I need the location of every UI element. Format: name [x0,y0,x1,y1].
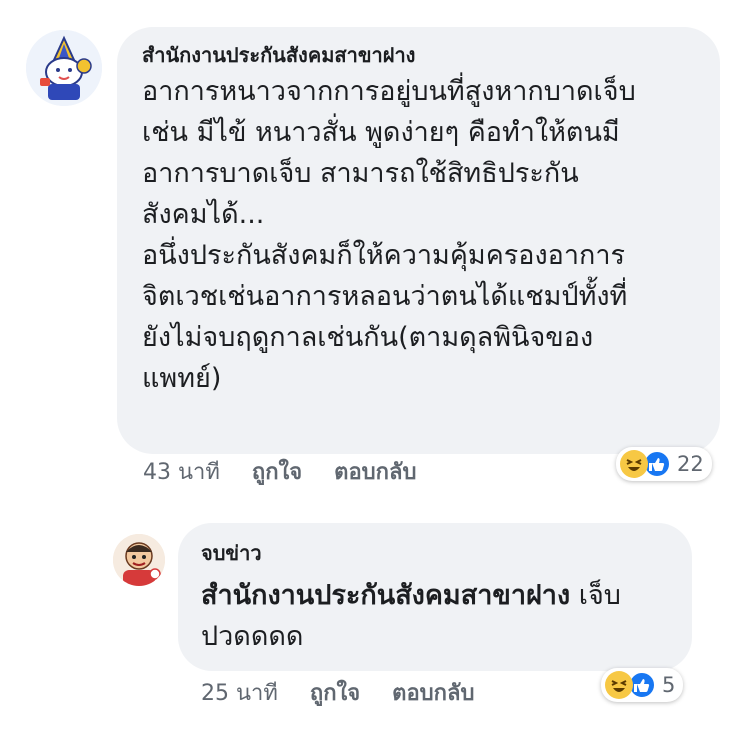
reply-timestamp[interactable]: 25 นาที [201,681,278,707]
reply-line: สำนักงานประกันสังคมสาขาฝาง เจ็บ [201,575,692,616]
mention-link[interactable]: สำนักงานประกันสังคมสาขาฝาง [201,580,570,611]
reply-author[interactable]: จบข่าว [201,541,692,565]
reply-bubble: จบข่าว สำนักงานประกันสังคมสาขาฝาง เจ็บ ป… [178,523,692,671]
comment-author[interactable]: สำนักงานประกันสังคมสาขาฝาง [142,43,720,67]
comment-line: ยังไม่จบฤดูกาลเช่นกัน(ตามดุลพินิจของ [142,322,594,353]
reaction-count: 22 [677,452,704,476]
comment-line: สังคมได้... [142,199,265,230]
comment-timestamp[interactable]: 43 นาที [143,460,220,486]
reactions-summary[interactable]: 22 [616,447,712,481]
cartoon-avatar-icon [113,534,165,586]
reply-text-fragment: เจ็บ [570,580,621,611]
commenter-avatar[interactable] [26,30,102,106]
like-button[interactable]: ถูกใจ [310,681,360,707]
reply-line: ปวดดดด [201,621,304,652]
haha-icon [605,671,633,699]
reactions-summary[interactable]: 5 [601,668,684,702]
replier-avatar[interactable] [113,534,165,586]
comment-line: อาการบาดเจ็บ สามารถใช้สิทธิประกัน [142,158,579,189]
mascot-avatar-icon [26,30,102,106]
reply-button[interactable]: ตอบกลับ [334,460,416,486]
comment-text: อาการหนาวจากการอยู่บนที่สูงหากบาดเจ็บ เช… [142,71,720,399]
comment-line: อาการหนาวจากการอยู่บนที่สูงหากบาดเจ็บ [142,76,636,107]
like-button[interactable]: ถูกใจ [252,460,302,486]
reaction-count: 5 [662,673,676,697]
reply-actions: 25 นาที ถูกใจ ตอบกลับ [201,681,506,707]
comment-line: เช่น มีไข้ หนาวสั่น พูดง่ายๆ คือทำให้ตนม… [142,117,620,148]
comment-bubble: สำนักงานประกันสังคมสาขาฝาง อาการหนาวจากก… [117,27,720,454]
comment-line: อนึ่งประกันสังคมก็ให้ความคุ้มครองอาการ [142,240,626,271]
reply-text: สำนักงานประกันสังคมสาขาฝาง เจ็บ ปวดดดด [201,575,692,657]
comment-line: แพทย์) [142,363,222,394]
comment-actions: 43 นาที ถูกใจ ตอบกลับ [143,460,448,486]
haha-icon [620,450,648,478]
comment-line: จิตเวชเช่นอาการหลอนว่าตนได้แชมป์ทั้งที่ [142,281,628,312]
reply-button[interactable]: ตอบกลับ [392,681,474,707]
